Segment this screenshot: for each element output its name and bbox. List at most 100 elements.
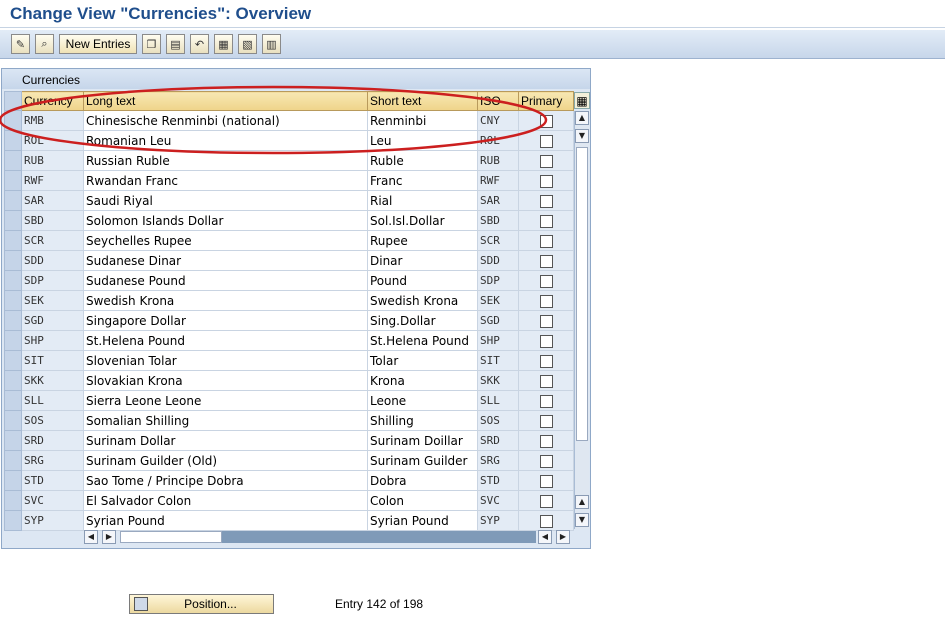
long-text-cell[interactable]: St.Helena Pound [83, 330, 368, 351]
short-text-cell[interactable]: Shilling [367, 410, 478, 431]
iso-cell[interactable]: SDP [477, 270, 519, 291]
select-all-icon[interactable]: ▦ [214, 34, 233, 54]
table-row[interactable]: SCR Seychelles Rupee Rupee SCR [4, 230, 574, 251]
row-selector[interactable] [4, 430, 22, 451]
iso-cell[interactable]: RWF [477, 170, 519, 191]
column-header-short-text[interactable]: Short text [367, 91, 478, 111]
currency-cell[interactable]: SVC [21, 490, 84, 511]
primary-cell[interactable] [518, 410, 574, 431]
scroll-right-icon[interactable]: ▶ [556, 530, 570, 544]
column-header-currency[interactable]: Currency [21, 91, 84, 111]
column-header-iso[interactable]: ISO [477, 91, 519, 111]
long-text-cell[interactable]: El Salvador Colon [83, 490, 368, 511]
primary-cell[interactable] [518, 450, 574, 471]
table-row[interactable]: SDP Sudanese Pound Pound SDP [4, 270, 574, 291]
vertical-scroll-thumb[interactable] [576, 147, 588, 441]
primary-cell[interactable] [518, 110, 574, 131]
column-header-long-text[interactable]: Long text [83, 91, 368, 111]
long-text-cell[interactable]: Chinesische Renminbi (national) [83, 110, 368, 131]
primary-cell[interactable] [518, 210, 574, 231]
table-row[interactable]: SAR Saudi Riyal Rial SAR [4, 190, 574, 211]
currency-cell[interactable]: ROL [21, 130, 84, 151]
scroll-up-icon[interactable]: ▲ [575, 111, 589, 125]
table-row[interactable]: ROL Romanian Leu Leu ROL [4, 130, 574, 151]
table-row[interactable]: SHP St.Helena Pound St.Helena Pound SHP [4, 330, 574, 351]
short-text-cell[interactable]: Swedish Krona [367, 290, 478, 311]
scroll-page-up-icon[interactable]: ▲ [575, 495, 589, 509]
currency-cell[interactable]: SCR [21, 230, 84, 251]
row-selector[interactable] [4, 270, 22, 291]
long-text-cell[interactable]: Russian Ruble [83, 150, 368, 171]
row-selector[interactable] [4, 410, 22, 431]
table-row[interactable]: SYP Syrian Pound Syrian Pound SYP [4, 510, 574, 531]
horizontal-scroll-thumb[interactable] [120, 531, 222, 543]
row-selector[interactable] [4, 290, 22, 311]
short-text-cell[interactable]: Rupee [367, 230, 478, 251]
table-row[interactable]: RWF Rwandan Franc Franc RWF [4, 170, 574, 191]
iso-cell[interactable]: SBD [477, 210, 519, 231]
primary-checkbox[interactable] [539, 254, 553, 268]
deselect-all-icon[interactable]: ▥ [262, 34, 281, 54]
row-selector[interactable] [4, 490, 22, 511]
currency-cell[interactable]: SAR [21, 190, 84, 211]
row-selector[interactable] [4, 110, 22, 131]
scroll-page-right-icon[interactable]: ▶ [102, 530, 116, 544]
primary-checkbox[interactable] [539, 474, 553, 488]
iso-cell[interactable]: SYP [477, 510, 519, 531]
table-row[interactable]: SRD Surinam Dollar Surinam Doillar SRD [4, 430, 574, 451]
primary-checkbox[interactable] [539, 334, 553, 348]
row-selector[interactable] [4, 510, 22, 531]
primary-checkbox[interactable] [539, 114, 553, 128]
long-text-cell[interactable]: Slovenian Tolar [83, 350, 368, 371]
long-text-cell[interactable]: Sierra Leone Leone [83, 390, 368, 411]
primary-checkbox[interactable] [539, 354, 553, 368]
vertical-scrollbar[interactable]: ▲ ▼ ▲ ▼ [574, 111, 589, 529]
short-text-cell[interactable]: Surinam Doillar [367, 430, 478, 451]
long-text-cell[interactable]: Sudanese Dinar [83, 250, 368, 271]
select-icon[interactable]: ⌕ [35, 34, 54, 54]
primary-cell[interactable] [518, 250, 574, 271]
currency-cell[interactable]: RUB [21, 150, 84, 171]
long-text-cell[interactable]: Syrian Pound [83, 510, 368, 531]
iso-cell[interactable]: SLL [477, 390, 519, 411]
iso-cell[interactable]: SIT [477, 350, 519, 371]
currency-cell[interactable]: SIT [21, 350, 84, 371]
primary-checkbox[interactable] [539, 414, 553, 428]
long-text-cell[interactable]: Saudi Riyal [83, 190, 368, 211]
iso-cell[interactable]: SRD [477, 430, 519, 451]
primary-cell[interactable] [518, 390, 574, 411]
iso-cell[interactable]: CNY [477, 110, 519, 131]
primary-checkbox[interactable] [539, 494, 553, 508]
primary-cell[interactable] [518, 230, 574, 251]
undo-icon[interactable]: ↶ [190, 34, 209, 54]
short-text-cell[interactable]: St.Helena Pound [367, 330, 478, 351]
row-selector[interactable] [4, 310, 22, 331]
row-selector[interactable] [4, 370, 22, 391]
scroll-down-icon[interactable]: ▼ [575, 513, 589, 527]
primary-cell[interactable] [518, 430, 574, 451]
scroll-left-icon[interactable]: ◀ [84, 530, 98, 544]
currency-cell[interactable]: RWF [21, 170, 84, 191]
short-text-cell[interactable]: Franc [367, 170, 478, 191]
table-row[interactable]: RMB Chinesische Renminbi (national) Renmin… [4, 110, 574, 131]
iso-cell[interactable]: SKK [477, 370, 519, 391]
short-text-cell[interactable]: Surinam Guilder [367, 450, 478, 471]
currency-cell[interactable]: SYP [21, 510, 84, 531]
primary-checkbox[interactable] [539, 374, 553, 388]
table-row[interactable]: SGD Singapore Dollar Sing.Dollar SGD [4, 310, 574, 331]
scroll-page-left-icon[interactable]: ◀ [538, 530, 552, 544]
primary-cell[interactable] [518, 170, 574, 191]
long-text-cell[interactable]: Slovakian Krona [83, 370, 368, 391]
primary-cell[interactable] [518, 190, 574, 211]
long-text-cell[interactable]: Sudanese Pound [83, 270, 368, 291]
short-text-cell[interactable]: Syrian Pound [367, 510, 478, 531]
currency-cell[interactable]: SDD [21, 250, 84, 271]
long-text-cell[interactable]: Seychelles Rupee [83, 230, 368, 251]
primary-cell[interactable] [518, 510, 574, 531]
select-all-rows-button[interactable] [4, 91, 22, 111]
short-text-cell[interactable]: Leu [367, 130, 478, 151]
primary-checkbox[interactable] [539, 174, 553, 188]
primary-checkbox[interactable] [539, 234, 553, 248]
currency-cell[interactable]: SRD [21, 430, 84, 451]
short-text-cell[interactable]: Sol.Isl.Dollar [367, 210, 478, 231]
